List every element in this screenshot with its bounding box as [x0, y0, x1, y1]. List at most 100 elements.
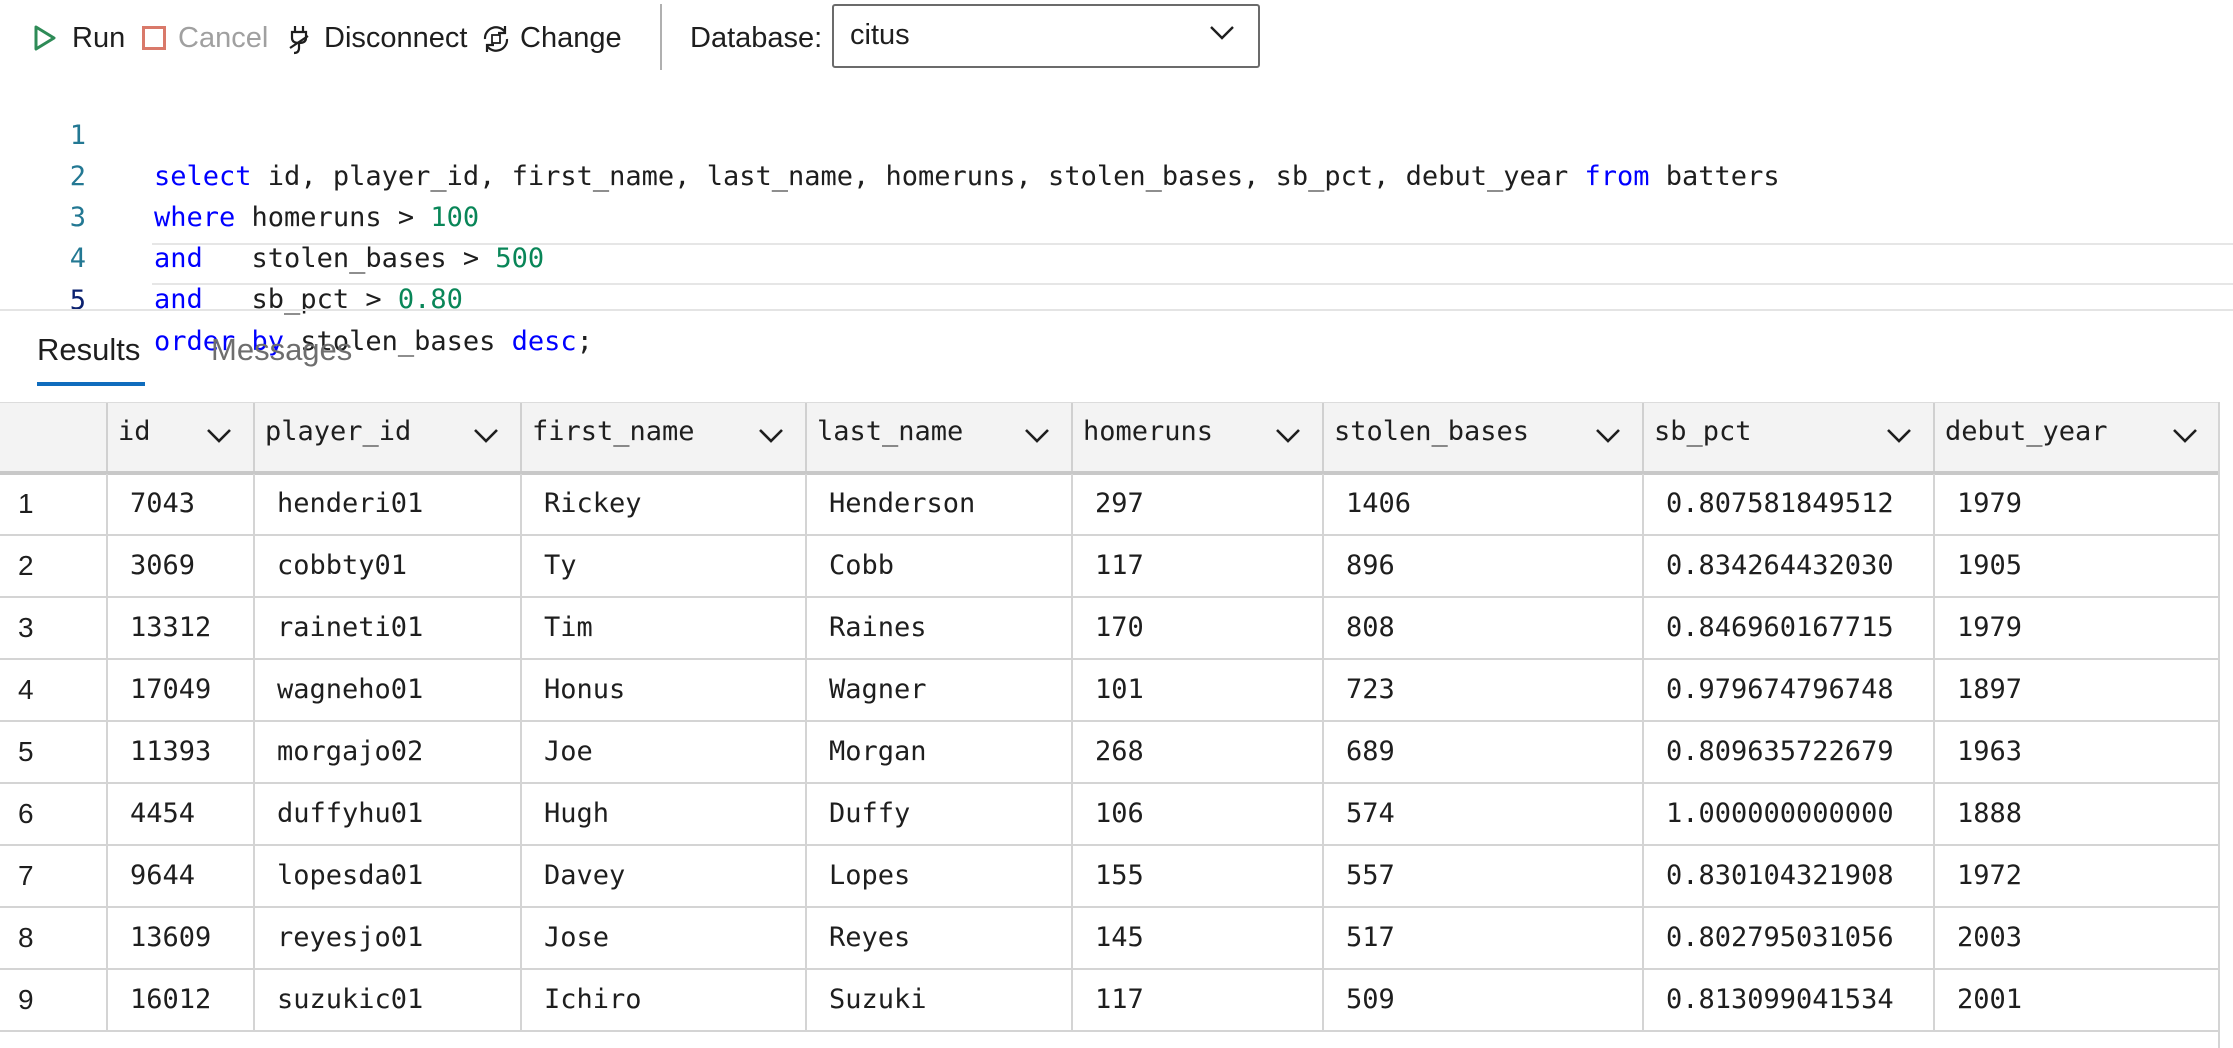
table-cell-debut-year[interactable]: 1905	[1933, 536, 2219, 596]
table-cell-stolen-bases[interactable]: 896	[1322, 536, 1642, 596]
table-cell-homeruns[interactable]: 117	[1071, 970, 1322, 1030]
table-cell-first-name[interactable]: Ty	[520, 536, 805, 596]
table-cell-sb-pct[interactable]: 0.834264432030	[1642, 536, 1933, 596]
change-connection-button[interactable]: Change	[480, 18, 622, 58]
table-cell-homeruns[interactable]: 101	[1071, 660, 1322, 720]
table-cell-first-name[interactable]: Hugh	[520, 784, 805, 844]
database-select[interactable]: citus	[832, 4, 1260, 68]
table-cell-player-id[interactable]: henderi01	[253, 474, 520, 534]
table-cell-first-name[interactable]: Jose	[520, 908, 805, 968]
tab-messages[interactable]: Messages	[211, 332, 352, 368]
table-cell-id[interactable]: 11393	[106, 722, 253, 782]
row-number[interactable]: 7	[0, 846, 106, 906]
row-number[interactable]: 5	[0, 722, 106, 782]
table-cell-player-id[interactable]: duffyhu01	[253, 784, 520, 844]
table-cell-player-id[interactable]: cobbty01	[253, 536, 520, 596]
table-cell-sb-pct[interactable]: 0.802795031056	[1642, 908, 1933, 968]
sql-editor[interactable]: 1 select id, player_id, first_name, last…	[0, 74, 2233, 357]
table-cell-sb-pct[interactable]: 0.846960167715	[1642, 598, 1933, 658]
table-row[interactable]: 7 9644 lopesda01 Davey Lopes 155 557 0.83010432…	[0, 846, 2220, 908]
table-cell-id[interactable]: 7043	[106, 474, 253, 534]
table-cell-last-name[interactable]: Cobb	[805, 536, 1071, 596]
table-row[interactable]: 9 16012 suzukic01 Ichiro Suzuki 117 509 0.81309…	[0, 970, 2220, 1032]
disconnect-button[interactable]: Disconnect	[284, 18, 467, 58]
table-cell-debut-year[interactable]: 1979	[1933, 598, 2219, 658]
table-cell-debut-year[interactable]: 2001	[1933, 970, 2219, 1030]
table-cell-homeruns[interactable]: 117	[1071, 536, 1322, 596]
table-cell-first-name[interactable]: Honus	[520, 660, 805, 720]
table-row[interactable]: 5 11393 morgajo02 Joe Morgan 268 689 0.80963572…	[0, 722, 2220, 784]
table-cell-first-name[interactable]: Ichiro	[520, 970, 805, 1030]
column-header-homeruns[interactable]: homeruns	[1071, 403, 1322, 471]
table-cell-sb-pct[interactable]: 1.000000000000	[1642, 784, 1933, 844]
table-cell-id[interactable]: 3069	[106, 536, 253, 596]
chevron-down-icon[interactable]	[472, 427, 500, 449]
table-cell-player-id[interactable]: suzukic01	[253, 970, 520, 1030]
chevron-down-icon[interactable]	[1023, 427, 1051, 449]
table-cell-debut-year[interactable]: 1979	[1933, 474, 2219, 534]
table-cell-debut-year[interactable]: 1888	[1933, 784, 2219, 844]
column-header-stolen-bases[interactable]: stolen_bases	[1322, 403, 1642, 471]
table-cell-stolen-bases[interactable]: 723	[1322, 660, 1642, 720]
cancel-button[interactable]: Cancel	[142, 18, 268, 58]
row-number[interactable]: 1	[0, 474, 106, 534]
chevron-down-icon[interactable]	[1274, 427, 1302, 449]
row-number[interactable]: 3	[0, 598, 106, 658]
column-header-player-id[interactable]: player_id	[253, 403, 520, 471]
table-cell-last-name[interactable]: Morgan	[805, 722, 1071, 782]
chevron-down-icon[interactable]	[205, 427, 233, 449]
row-number[interactable]: 8	[0, 908, 106, 968]
chevron-down-icon[interactable]	[1594, 427, 1622, 449]
table-cell-player-id[interactable]: wagneho01	[253, 660, 520, 720]
code-line[interactable]: 4 and sb_pct > 0.80	[0, 197, 2233, 315]
run-button[interactable]: Run	[32, 18, 125, 58]
table-cell-first-name[interactable]: Tim	[520, 598, 805, 658]
table-cell-sb-pct[interactable]: 0.830104321908	[1642, 846, 1933, 906]
table-cell-homeruns[interactable]: 106	[1071, 784, 1322, 844]
code-line[interactable]: 2 where homeruns > 100	[0, 115, 2233, 233]
table-cell-sb-pct[interactable]: 0.813099041534	[1642, 970, 1933, 1030]
table-row[interactable]: 6 4454 duffyhu01 Hugh Duffy 106 574 1.000000000…	[0, 784, 2220, 846]
table-cell-last-name[interactable]: Reyes	[805, 908, 1071, 968]
column-header-id[interactable]: id	[106, 403, 253, 471]
code-line[interactable]: 1 select id, player_id, first_name, last…	[0, 74, 2233, 192]
code-line-active[interactable]: 5 order by stolen_bases desc;	[0, 239, 2233, 357]
table-cell-last-name[interactable]: Henderson	[805, 474, 1071, 534]
table-cell-homeruns[interactable]: 170	[1071, 598, 1322, 658]
column-header-sb-pct[interactable]: sb_pct	[1642, 403, 1933, 471]
column-header-last-name[interactable]: last_name	[805, 403, 1071, 471]
table-cell-homeruns[interactable]: 297	[1071, 474, 1322, 534]
table-cell-player-id[interactable]: raineti01	[253, 598, 520, 658]
table-cell-last-name[interactable]: Suzuki	[805, 970, 1071, 1030]
table-row[interactable]: 8 13609 reyesjo01 Jose Reyes 145 517 0.80279503…	[0, 908, 2220, 970]
table-cell-stolen-bases[interactable]: 808	[1322, 598, 1642, 658]
table-cell-homeruns[interactable]: 145	[1071, 908, 1322, 968]
table-row[interactable]: 2 3069 cobbty01 Ty Cobb 117 896 0.834264432030 1…	[0, 536, 2220, 598]
table-cell-player-id[interactable]: reyesjo01	[253, 908, 520, 968]
table-cell-last-name[interactable]: Raines	[805, 598, 1071, 658]
table-cell-player-id[interactable]: morgajo02	[253, 722, 520, 782]
table-cell-first-name[interactable]: Davey	[520, 846, 805, 906]
table-cell-last-name[interactable]: Duffy	[805, 784, 1071, 844]
table-cell-id[interactable]: 13609	[106, 908, 253, 968]
table-cell-homeruns[interactable]: 155	[1071, 846, 1322, 906]
chevron-down-icon[interactable]	[2171, 427, 2199, 449]
table-cell-stolen-bases[interactable]: 509	[1322, 970, 1642, 1030]
table-cell-last-name[interactable]: Lopes	[805, 846, 1071, 906]
tab-results[interactable]: Results	[37, 332, 145, 386]
table-cell-debut-year[interactable]: 2003	[1933, 908, 2219, 968]
table-cell-stolen-bases[interactable]: 1406	[1322, 474, 1642, 534]
table-cell-sb-pct[interactable]: 0.807581849512	[1642, 474, 1933, 534]
table-cell-last-name[interactable]: Wagner	[805, 660, 1071, 720]
table-cell-first-name[interactable]: Joe	[520, 722, 805, 782]
table-row[interactable]: 1 7043 henderi01 Rickey Henderson 297 1406 0.80…	[0, 474, 2220, 536]
table-cell-sb-pct[interactable]: 0.809635722679	[1642, 722, 1933, 782]
row-number[interactable]: 6	[0, 784, 106, 844]
code-line[interactable]: 3 and stolen_bases > 500	[0, 156, 2233, 274]
row-number[interactable]: 9	[0, 970, 106, 1030]
table-cell-stolen-bases[interactable]: 517	[1322, 908, 1642, 968]
table-cell-debut-year[interactable]: 1897	[1933, 660, 2219, 720]
table-row[interactable]: 4 17049 wagneho01 Honus Wagner 101 723 0.979674…	[0, 660, 2220, 722]
table-cell-debut-year[interactable]: 1972	[1933, 846, 2219, 906]
table-cell-stolen-bases[interactable]: 557	[1322, 846, 1642, 906]
